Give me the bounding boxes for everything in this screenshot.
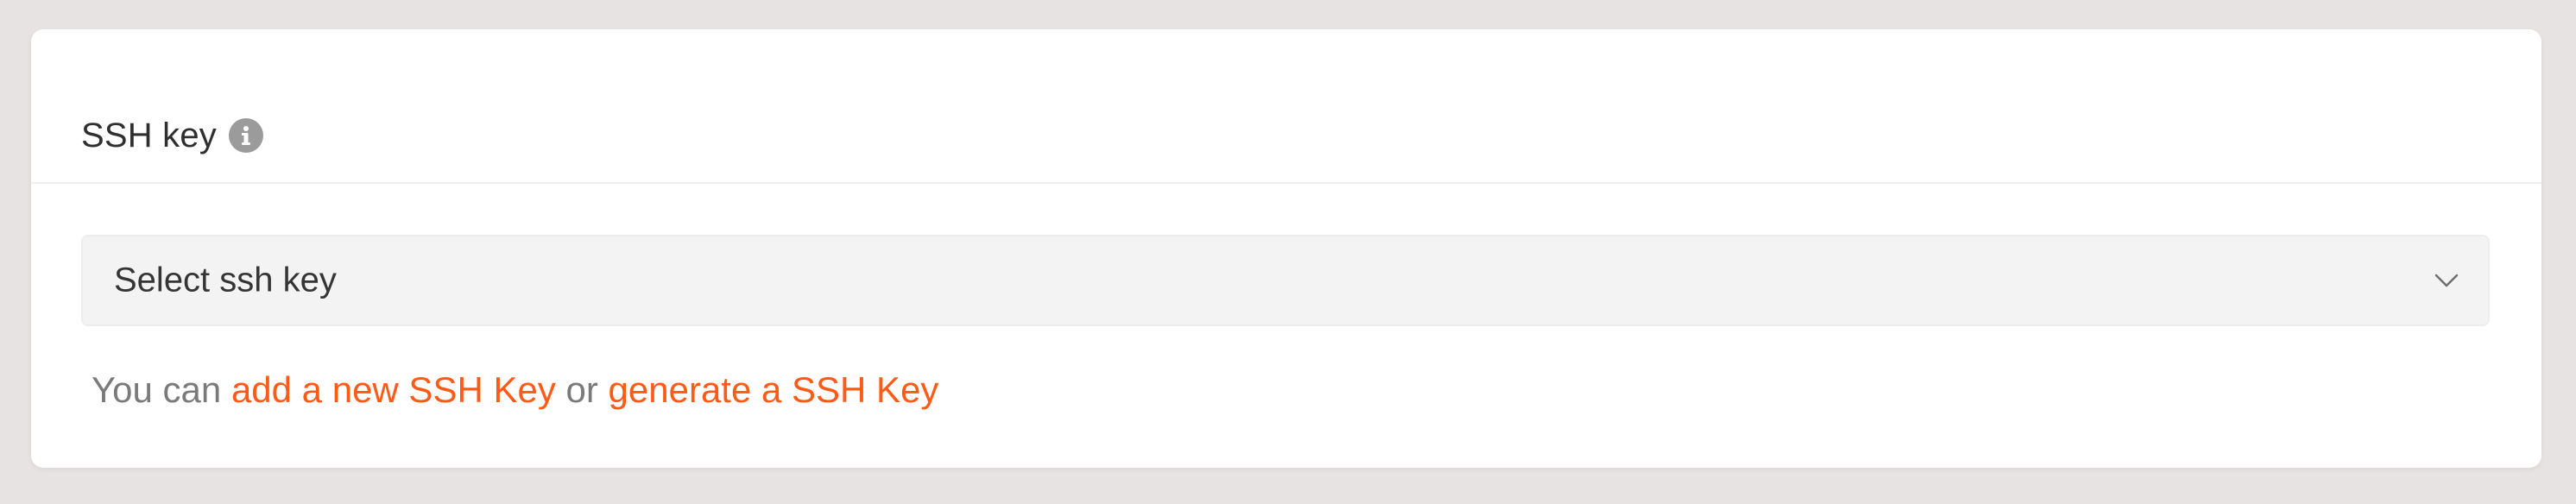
info-icon-glyph [242,126,251,145]
section-title: SSH key [81,116,218,154]
generate-ssh-key-link[interactable]: generate a SSH Key [609,369,939,410]
help-prefix: You can [92,369,222,410]
add-ssh-key-link[interactable]: add a new SSH Key [231,369,556,410]
help-middle: or [565,369,598,410]
info-icon[interactable] [229,118,264,153]
page-background: SSH key Select ssh key You can add a new… [0,0,2576,504]
chevron-down-icon [2434,274,2459,287]
title-row: SSH key [81,105,264,166]
ssh-help-text: You can add a new SSH Key or generate a … [92,369,938,411]
card-header: SSH key [31,29,2541,184]
ssh-key-card: SSH key Select ssh key You can add a new… [31,29,2541,468]
ssh-key-select-value: Select ssh key [114,261,337,299]
ssh-key-select[interactable]: Select ssh key [81,235,2490,326]
